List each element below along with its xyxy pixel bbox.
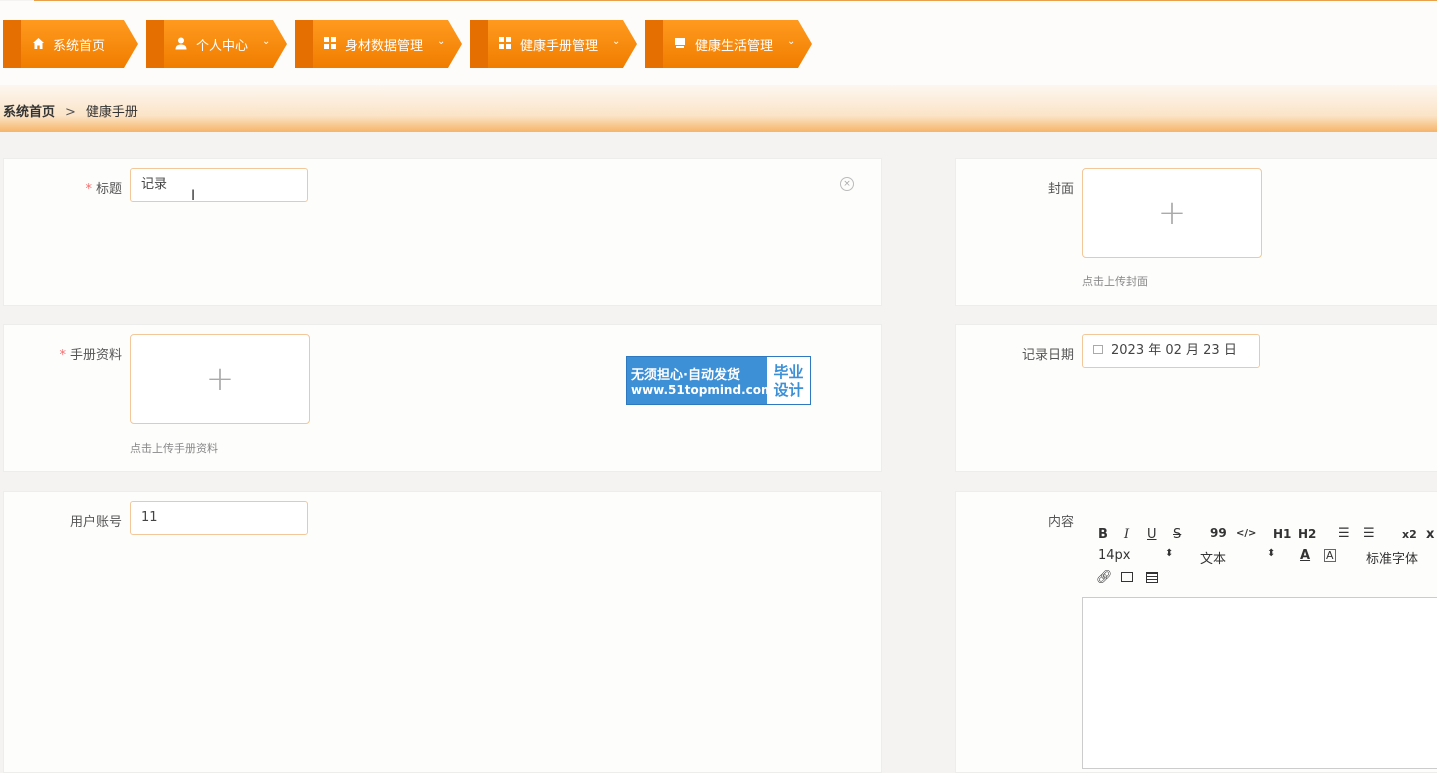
code-button[interactable]: </>	[1236, 528, 1256, 539]
nav-label-personal-center: 个人中心	[196, 38, 249, 54]
font-size-arrows-icon: ⬍	[1165, 548, 1174, 559]
bullet-list-icon[interactable]: ☰	[1363, 526, 1375, 541]
text-type-arrows-icon: ⬍	[1267, 548, 1276, 559]
ordered-list-icon[interactable]: ☰	[1338, 526, 1350, 541]
plus-icon: +	[205, 359, 235, 399]
breadcrumb-current: 健康手册	[85, 105, 138, 120]
background-color-icon[interactable]: A	[1324, 549, 1336, 562]
date-input[interactable]: 2023 年 02 月 23 日	[1082, 334, 1260, 368]
account-input[interactable]: 11	[130, 501, 308, 535]
image-icon[interactable]	[1121, 572, 1133, 582]
top-navigation-bar: 系统首页 个人中心 ⌄ 身材数据管理 ⌄ 健康手册管理 ⌄ 健康生活管理 ⌄	[0, 1, 1437, 85]
text-type-select[interactable]: 文本	[1200, 548, 1226, 567]
nav-item-home[interactable]: 系统首页	[3, 20, 138, 68]
nav-label-home: 系统首页	[53, 38, 106, 54]
grid-icon	[323, 37, 337, 51]
clear-icon[interactable]: ×	[840, 177, 854, 191]
date-label: 记录日期	[1021, 348, 1074, 363]
nav-label-healthy-life: 健康生活管理	[695, 38, 774, 54]
cover-label: 封面	[1047, 182, 1074, 197]
content-label: 内容	[1047, 515, 1074, 530]
cover-upload-hint: 点击上传封面	[1082, 275, 1148, 288]
account-label: 用户账号	[69, 515, 122, 530]
watermark-line2: www.51topmind.com	[631, 383, 774, 397]
breadcrumb-home[interactable]: 系统首页	[3, 105, 55, 120]
bold-button[interactable]: B	[1098, 527, 1108, 542]
nav-item-personal-center[interactable]: 个人中心 ⌄	[146, 20, 287, 68]
cover-upload-button[interactable]: +	[1082, 168, 1262, 258]
watermark-right1: 毕业	[773, 362, 804, 381]
h2-button[interactable]: H2	[1298, 527, 1316, 541]
video-icon[interactable]	[1146, 572, 1158, 583]
font-family-select[interactable]: 标准字体	[1366, 548, 1418, 567]
underline-button[interactable]: U	[1147, 527, 1157, 542]
manual-upload-hint: 点击上传手册资料	[130, 442, 218, 455]
text-cursor-icon: I	[191, 188, 196, 204]
watermark-right2: 设计	[773, 380, 804, 399]
nav-item-healthy-life[interactable]: 健康生活管理 ⌄	[645, 20, 812, 68]
h1-button[interactable]: H1	[1273, 527, 1291, 541]
chevron-down-icon: ⌄	[612, 35, 621, 47]
breadcrumb-separator: >	[65, 105, 76, 120]
chevron-down-icon: ⌄	[787, 35, 796, 47]
breadcrumb-bar	[0, 85, 1437, 132]
chevron-down-icon: ⌄	[437, 35, 446, 47]
book-icon	[673, 37, 687, 51]
nav-item-health-manual[interactable]: 健康手册管理 ⌄	[470, 20, 637, 68]
manual-label: * 手册资料	[59, 348, 122, 363]
date-value: 2023 年 02 月 23 日	[1111, 343, 1237, 358]
subscript-button[interactable]: x2	[1402, 528, 1417, 541]
link-icon[interactable]: 🔗︎	[1096, 570, 1113, 585]
quote-button[interactable]: 99	[1210, 526, 1227, 540]
watermark-line1: 无须担心·自动发货	[631, 368, 740, 383]
title-input[interactable]: 记录	[130, 168, 308, 202]
chevron-down-icon: ⌄	[262, 35, 271, 47]
nav-label-health-manual: 健康手册管理	[520, 38, 599, 54]
content-editor-area[interactable]	[1082, 597, 1437, 769]
clean-format-button[interactable]: x	[1426, 527, 1434, 542]
font-size-select[interactable]: 14px	[1098, 548, 1131, 563]
manual-upload-button[interactable]: +	[130, 334, 310, 424]
breadcrumb: 系统首页 > 健康手册	[3, 101, 138, 120]
calendar-icon	[1093, 345, 1103, 354]
nav-label-body-data: 身材数据管理	[345, 38, 424, 54]
strike-button[interactable]: S	[1173, 527, 1181, 542]
watermark-badge: 无须担心·自动发货 www.51topmind.com 毕业 设计	[626, 356, 811, 405]
title-label: * 标题	[85, 182, 122, 197]
italic-button[interactable]: I	[1124, 527, 1129, 542]
grid-icon	[498, 37, 512, 51]
nav-item-body-data[interactable]: 身材数据管理 ⌄	[295, 20, 462, 68]
font-color-icon[interactable]: A	[1300, 548, 1310, 563]
user-icon	[174, 37, 188, 51]
plus-icon: +	[1157, 193, 1187, 233]
home-icon	[31, 37, 45, 51]
